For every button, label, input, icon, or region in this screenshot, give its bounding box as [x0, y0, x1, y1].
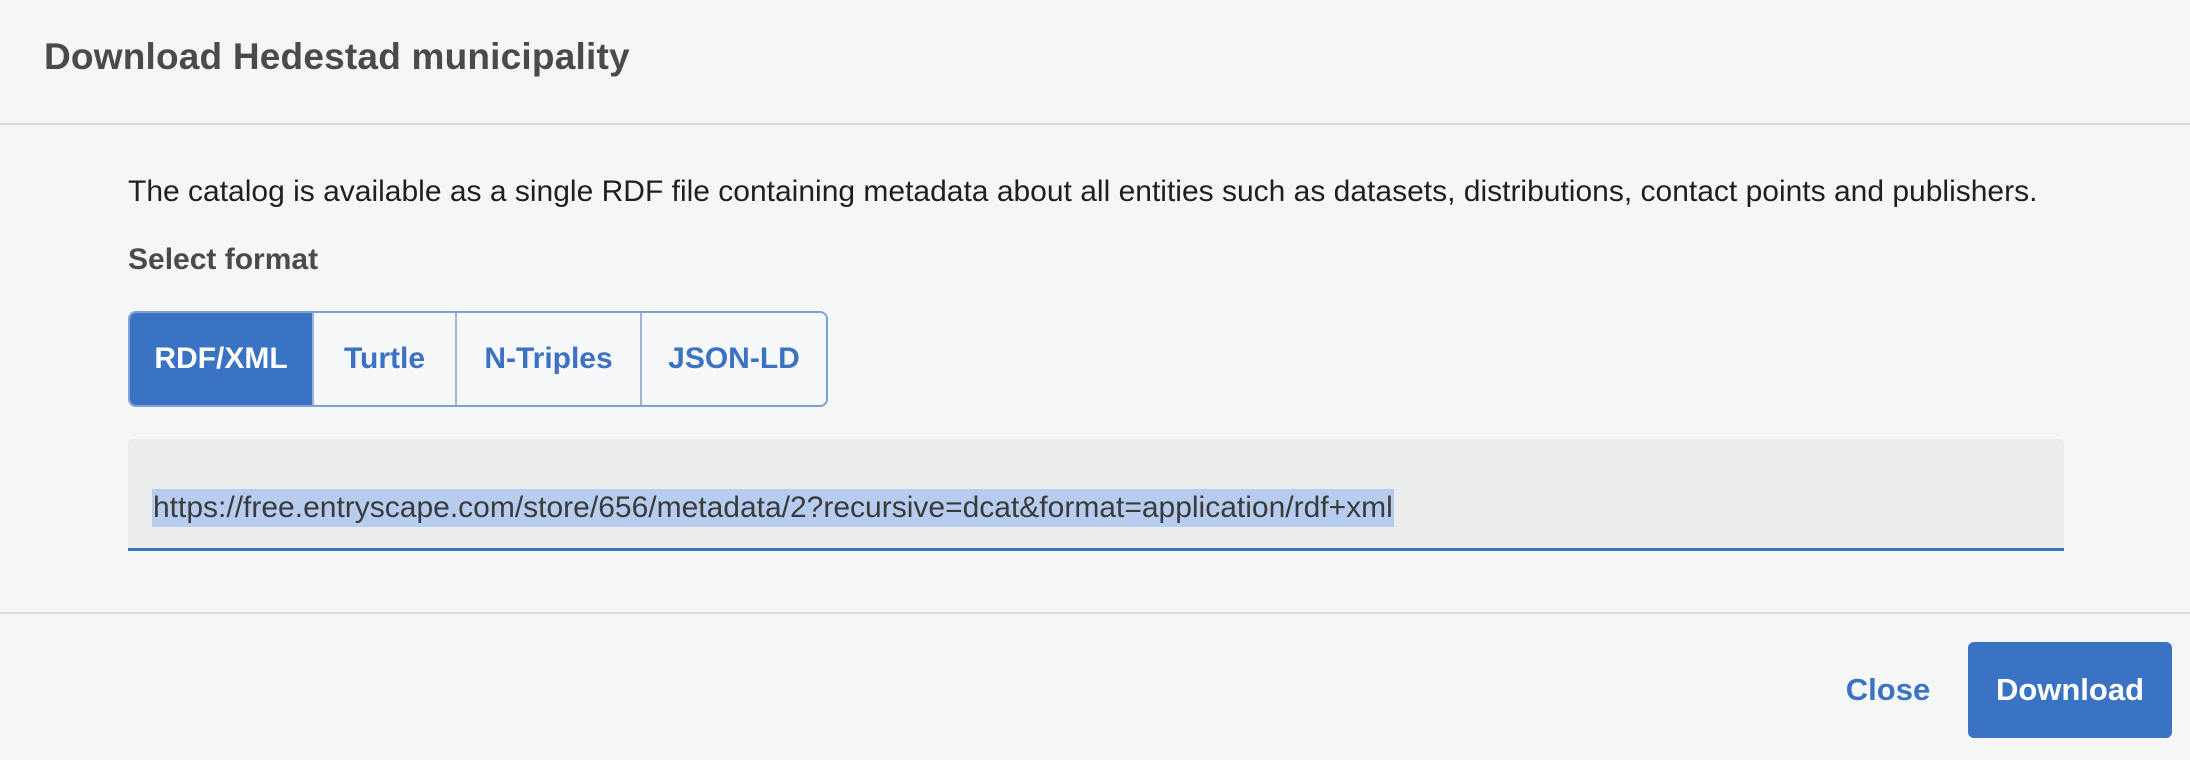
download-button[interactable]: Download [1968, 642, 2172, 738]
catalog-description: The catalog is available as a single RDF… [128, 175, 2038, 208]
close-button[interactable]: Close [1830, 642, 1946, 738]
format-button-json-ld[interactable]: JSON-LD [642, 313, 826, 405]
select-format-label: Select format [128, 243, 319, 276]
download-dialog: Download Hedestad municipality The catal… [0, 0, 2190, 760]
dialog-header: Download Hedestad municipality [0, 0, 2190, 125]
format-toggle-group: RDF/XML Turtle N-Triples JSON-LD [128, 311, 828, 407]
dialog-title: Download Hedestad municipality [44, 36, 630, 77]
dialog-footer: Close Download [0, 612, 2190, 760]
format-button-rdf-xml[interactable]: RDF/XML [130, 313, 314, 405]
format-button-n-triples[interactable]: N-Triples [457, 313, 642, 405]
download-url-text[interactable]: https://free.entryscape.com/store/656/me… [152, 489, 1394, 527]
format-button-turtle[interactable]: Turtle [314, 313, 457, 405]
download-url-field[interactable]: https://free.entryscape.com/store/656/me… [128, 439, 2064, 551]
dialog-body: The catalog is available as a single RDF… [0, 127, 2190, 613]
